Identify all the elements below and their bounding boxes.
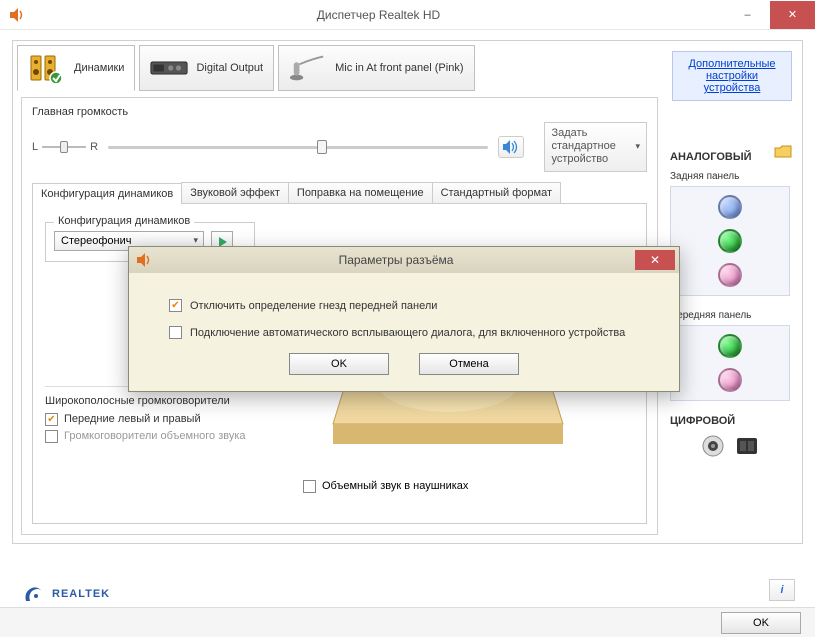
advanced-settings-link-box: Дополнительные настройки устройства xyxy=(672,51,792,101)
device-tab-digital[interactable]: Digital Output xyxy=(139,45,274,91)
front-panel-label: Передняя панель xyxy=(670,310,790,321)
dialog-body: ✔ Отключить определение гнезд передней п… xyxy=(129,273,679,391)
mute-button[interactable] xyxy=(498,136,524,158)
speaker-config-legend: Конфигурация динамиков xyxy=(54,215,194,227)
wideband-surround-checkbox-row: Громкоговорители объемного звука xyxy=(45,430,265,443)
speaker-icon xyxy=(135,252,151,268)
bottom-bar: OK xyxy=(0,607,815,637)
jacks-panel: АНАЛОГОВЫЙ Задняя панель Передняя панель… xyxy=(670,151,790,457)
set-default-device-button[interactable]: Задать стандартное устройство ▾ xyxy=(544,122,647,172)
jack-rear-blue[interactable] xyxy=(718,195,742,219)
jack-front-pink[interactable] xyxy=(718,368,742,392)
device-tab-mic[interactable]: Mic in At front panel (Pink) xyxy=(278,45,474,91)
set-default-label: Задать стандартное устройство xyxy=(551,127,631,167)
checkbox-icon xyxy=(45,430,58,443)
window-titlebar: Диспетчер Realtek HD – ✕ xyxy=(0,0,815,30)
main-ok-button[interactable]: OK xyxy=(721,612,801,634)
wideband-front-checkbox-row[interactable]: ✔ Передние левый и правый xyxy=(45,413,265,426)
advanced-settings-link[interactable]: Дополнительные настройки устройства xyxy=(688,58,775,94)
wideband-surround-label: Громкоговорители объемного звука xyxy=(64,430,246,442)
dialog-titlebar: Параметры разъёма ✕ xyxy=(129,247,679,273)
checkbox-checked-icon: ✔ xyxy=(45,413,58,426)
jack-front-green[interactable] xyxy=(718,334,742,358)
mic-icon xyxy=(289,51,327,85)
subtab-default-format[interactable]: Стандартный формат xyxy=(432,182,561,203)
device-tab-label: Mic in At front panel (Pink) xyxy=(335,62,463,74)
window-title: Диспетчер Realtek HD xyxy=(32,8,725,22)
balance-slider[interactable] xyxy=(42,138,86,156)
realtek-logo-icon xyxy=(22,583,46,605)
checkbox-icon xyxy=(303,480,316,493)
analog-title: АНАЛОГОВЫЙ xyxy=(670,151,790,163)
dialog-ok-button[interactable]: OK xyxy=(289,353,389,375)
jack-rear-green[interactable] xyxy=(718,229,742,253)
device-tab-speakers[interactable]: Динамики xyxy=(17,45,135,91)
minimize-button[interactable]: – xyxy=(725,1,770,29)
digital-jacks xyxy=(670,435,790,457)
auto-popup-checkbox-row[interactable]: Подключение автоматического всплывающего… xyxy=(169,326,659,339)
subtab-sound-effects[interactable]: Звуковой эффект xyxy=(181,182,289,203)
surround-headphones-checkbox-row[interactable]: Объемный звук в наушниках xyxy=(303,480,468,493)
chevron-down-icon: ▾ xyxy=(635,141,640,152)
front-jacks xyxy=(670,325,790,401)
balance-right-label: R xyxy=(90,141,98,153)
digital-output-icon xyxy=(150,51,188,85)
app-icon xyxy=(8,7,24,23)
device-tab-label: Динамики xyxy=(74,62,124,74)
device-tab-label: Digital Output xyxy=(196,62,263,74)
footer: REALTEK i OK xyxy=(0,575,815,637)
close-button[interactable]: ✕ xyxy=(770,1,815,29)
balance-slider-group: L R xyxy=(32,138,98,156)
digital-optical-icon[interactable] xyxy=(734,435,760,457)
volume-slider[interactable] xyxy=(108,138,488,156)
info-button[interactable]: i xyxy=(769,579,795,601)
speakers-icon xyxy=(28,51,66,85)
disable-front-detection-checkbox-row[interactable]: ✔ Отключить определение гнезд передней п… xyxy=(169,299,659,312)
wideband-front-label: Передние левый и правый xyxy=(64,413,201,425)
realtek-brand: REALTEK xyxy=(22,583,110,605)
subtab-room-correction[interactable]: Поправка на помещение xyxy=(288,182,433,203)
checkbox-checked-icon: ✔ xyxy=(169,299,182,312)
subtab-speaker-config[interactable]: Конфигурация динамиков xyxy=(32,183,182,204)
checkbox-icon xyxy=(169,326,182,339)
dialog-cancel-button[interactable]: Отмена xyxy=(419,353,519,375)
connector-settings-dialog: Параметры разъёма ✕ ✔ Отключить определе… xyxy=(128,246,680,392)
digital-title: ЦИФРОВОЙ xyxy=(670,415,790,427)
window-controls: – ✕ xyxy=(725,1,815,29)
balance-left-label: L xyxy=(32,141,38,153)
folder-icon[interactable] xyxy=(774,145,792,162)
analog-title-text: АНАЛОГОВЫЙ xyxy=(670,151,752,163)
wideband-title: Широкополосные громкоговорители xyxy=(45,395,265,407)
jack-rear-pink[interactable] xyxy=(718,263,742,287)
surround-headphones-label: Объемный звук в наушниках xyxy=(322,480,468,492)
rear-panel-label: Задняя панель xyxy=(670,171,790,182)
wideband-section: Широкополосные громкоговорители ✔ Передн… xyxy=(45,386,265,443)
disable-front-detection-label: Отключить определение гнезд передней пан… xyxy=(190,300,437,312)
dialog-close-button[interactable]: ✕ xyxy=(635,250,675,270)
digital-coax-icon[interactable] xyxy=(700,435,726,457)
main-volume-label: Главная громкость xyxy=(32,106,647,118)
config-subtabs: Конфигурация динамиков Звуковой эффект П… xyxy=(32,182,647,204)
auto-popup-label: Подключение автоматического всплывающего… xyxy=(190,327,625,339)
dialog-title: Параметры разъёма xyxy=(157,253,635,267)
realtek-brand-text: REALTEK xyxy=(52,588,110,600)
rear-jacks xyxy=(670,186,790,296)
